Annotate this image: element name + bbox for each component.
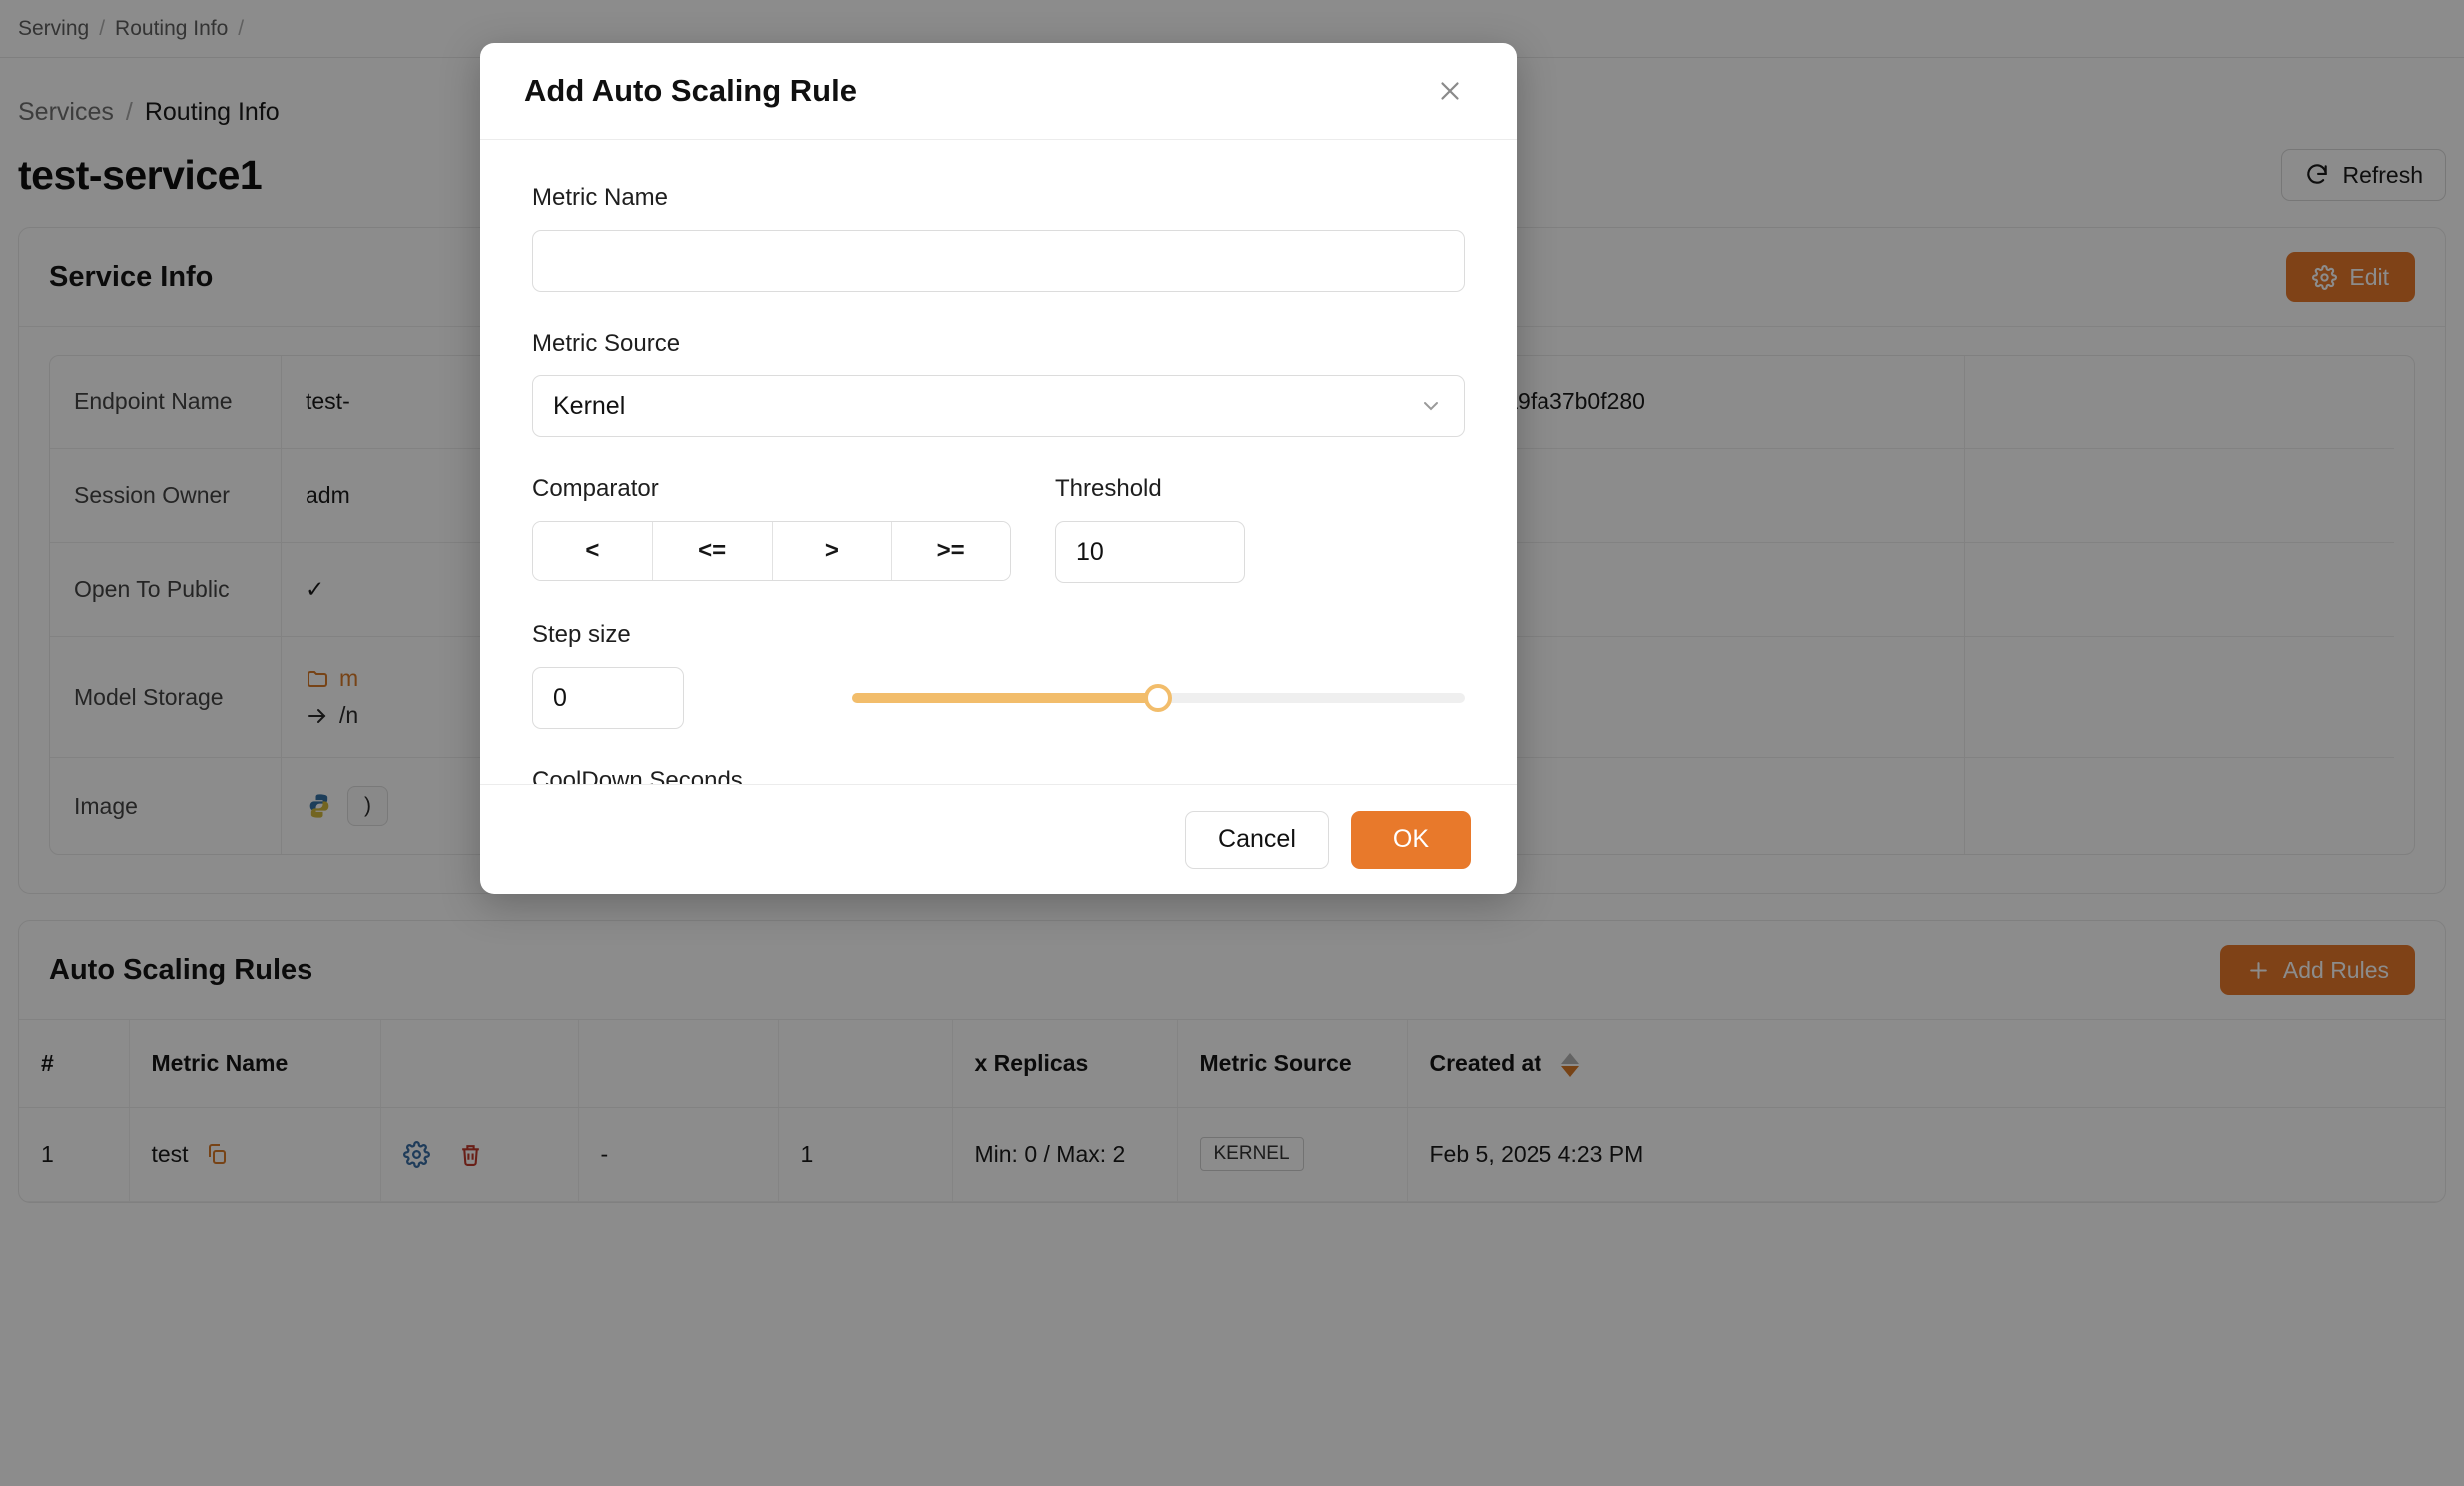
field-comparator: Comparator < <= > >= (532, 475, 1011, 583)
threshold-label: Threshold (1055, 475, 1162, 502)
step-size-slider[interactable] (852, 684, 1465, 712)
ok-button[interactable]: OK (1350, 810, 1471, 869)
comparator-label: Comparator (532, 475, 659, 502)
step-size-slider-wrapper (684, 667, 1465, 729)
metric-source-label: Metric Source (532, 330, 681, 357)
field-threshold: Threshold (1055, 475, 1245, 583)
comparator-option-lt[interactable]: < (533, 522, 653, 580)
metric-source-select[interactable] (532, 375, 1465, 437)
slider-thumb[interactable] (1144, 684, 1172, 712)
comparator-option-lte[interactable]: <= (652, 522, 773, 580)
dialog-body: Metric Name Metric Source Comparator < <… (480, 140, 1517, 784)
step-size-input[interactable] (532, 667, 684, 729)
step-size-row (532, 667, 1465, 729)
slider-fill (852, 693, 1158, 703)
metric-source-select-wrapper[interactable] (532, 375, 1465, 437)
field-metric-source: Metric Source (532, 330, 1465, 437)
field-comparator-threshold-row: Comparator < <= > >= Threshold (532, 475, 1465, 583)
cooldown-label: CoolDown Seconds (532, 767, 743, 784)
comparator-option-gte[interactable]: >= (892, 522, 1010, 580)
threshold-input[interactable] (1055, 521, 1245, 583)
metric-name-input[interactable] (532, 230, 1465, 292)
field-metric-name: Metric Name (532, 184, 1465, 292)
close-icon[interactable] (1427, 68, 1473, 114)
dialog-title: Add Auto Scaling Rule (524, 73, 857, 108)
cancel-button[interactable]: Cancel (1185, 810, 1329, 869)
add-auto-scaling-rule-dialog: Add Auto Scaling Rule Metric Name Metric… (480, 43, 1517, 894)
comparator-option-gt[interactable]: > (772, 522, 893, 580)
field-step-size: Step size (532, 621, 1465, 729)
field-cooldown: CoolDown Seconds (532, 767, 1465, 784)
step-size-input-wrapper (532, 667, 684, 729)
dialog-footer: Cancel OK (480, 784, 1517, 894)
dialog-header: Add Auto Scaling Rule (480, 43, 1517, 140)
comparator-segmented-control[interactable]: < <= > >= (532, 521, 1011, 581)
metric-name-label: Metric Name (532, 184, 669, 211)
step-size-label: Step size (532, 621, 631, 648)
